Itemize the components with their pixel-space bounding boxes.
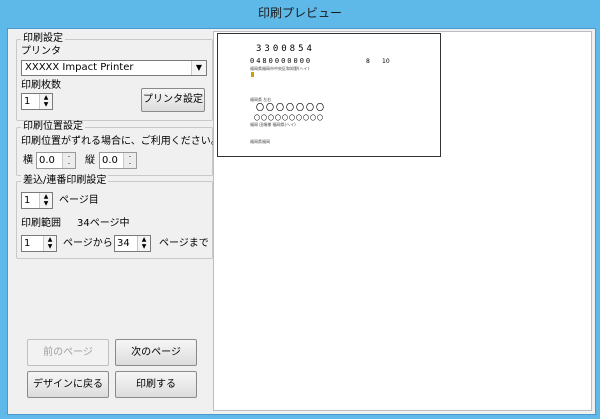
- preview-area[interactable]: 3300854 0480000000 8 10 福岡県福岡市中央区和知野(ヘイ)…: [213, 31, 592, 411]
- print-settings-group: 印刷設定 プリンタ XXXXX Impact Printer ▼ 印刷枚数 1 …: [16, 33, 213, 121]
- printer-setup-button[interactable]: プリンタ設定: [141, 88, 205, 112]
- spin-down-icon[interactable]: ▼: [138, 243, 150, 250]
- to-page-stepper[interactable]: 34 ▲ ▼: [114, 235, 151, 252]
- printer-label: プリンタ: [21, 46, 61, 57]
- print-button[interactable]: 印刷する: [115, 371, 197, 398]
- position-note: 印刷位置がずれる場合に、ご利用ください。: [21, 136, 221, 147]
- horizontal-offset-value: 0.0: [39, 155, 55, 166]
- settings-panel: 印刷設定 プリンタ XXXXX Impact Printer ▼ 印刷枚数 1 …: [8, 29, 221, 414]
- printer-select-value: XXXXX Impact Printer: [25, 62, 134, 73]
- spin-up-icon[interactable]: ▲: [40, 94, 52, 101]
- copies-value: 1: [24, 96, 31, 107]
- print-settings-legend: 印刷設定: [21, 33, 65, 45]
- spin-up-icon[interactable]: -: [63, 153, 75, 160]
- spin-down-icon[interactable]: ▼: [44, 243, 56, 250]
- window-title: 印刷プレビュー: [0, 0, 600, 27]
- spin-down-icon[interactable]: -: [63, 160, 75, 167]
- from-page-value: 1: [24, 238, 31, 249]
- from-page-stepper[interactable]: 1 ▲ ▼: [21, 235, 57, 252]
- preview-page: 3300854 0480000000 8 10 福岡県福岡市中央区和知野(ヘイ)…: [217, 33, 441, 157]
- back-to-design-button[interactable]: デザインに戻る: [27, 371, 109, 398]
- vertical-offset-stepper[interactable]: 0.0 --: [99, 152, 137, 169]
- preview-number-a: 8: [366, 58, 370, 65]
- page-stepper[interactable]: 1 ▲ ▼: [21, 192, 53, 209]
- position-settings-group: 印刷位置設定 印刷位置がずれる場合に、ご利用ください。 横 0.0 -- 縦 0…: [16, 121, 221, 176]
- next-page-button[interactable]: 次のページ: [115, 339, 197, 366]
- preview-circles-1: 〇〇〇〇〇〇〇: [256, 103, 326, 112]
- position-settings-legend: 印刷位置設定: [21, 121, 85, 133]
- to-page-value: 34: [117, 238, 130, 249]
- total-pages: 34ページ中: [77, 218, 130, 229]
- printer-select[interactable]: XXXXX Impact Printer ▼: [21, 60, 207, 76]
- horizontal-label: 横: [23, 155, 33, 166]
- spin-up-icon[interactable]: ▲: [44, 236, 56, 243]
- range-label: 印刷範囲: [21, 218, 61, 229]
- vertical-offset-value: 0.0: [102, 155, 118, 166]
- prev-page-button[interactable]: 前のページ: [27, 339, 109, 366]
- spin-down-icon[interactable]: ▼: [40, 101, 52, 108]
- preview-postal-code: 3300854: [256, 44, 315, 54]
- preview-small-text-3: 福岡 田端様 福岡県(ヘイ): [250, 122, 296, 127]
- page-value: 1: [24, 195, 31, 206]
- preview-small-text-4: 福岡県福岡: [250, 139, 270, 144]
- copies-stepper[interactable]: 1 ▲ ▼: [21, 93, 53, 110]
- from-suffix: ページから: [63, 238, 113, 249]
- spin-up-icon[interactable]: -: [124, 153, 136, 160]
- preview-number-line: 0480000000: [250, 57, 313, 65]
- spin-down-icon[interactable]: ▼: [40, 200, 52, 207]
- chevron-down-icon[interactable]: ▼: [191, 61, 206, 75]
- preview-number-b: 10: [382, 58, 390, 65]
- preview-small-text-1: 福岡県福岡市中央区和知野(ヘイ): [250, 66, 310, 71]
- serial-settings-group: 差込/連番印刷設定 1 ▲ ▼ ページ目 印刷範囲 34ページ中 1 ▲ ▼ ページ…: [16, 175, 213, 259]
- preview-window: 印刷設定 プリンタ XXXXX Impact Printer ▼ 印刷枚数 1 …: [7, 28, 596, 415]
- copies-label: 印刷枚数: [21, 80, 61, 91]
- serial-settings-legend: 差込/連番印刷設定: [21, 175, 109, 187]
- page-suffix: ページ目: [59, 195, 99, 206]
- to-suffix: ページまで: [159, 238, 209, 249]
- vertical-label: 縦: [85, 155, 95, 166]
- preview-marker: [251, 72, 254, 77]
- spin-up-icon[interactable]: ▲: [40, 193, 52, 200]
- spin-up-icon[interactable]: ▲: [138, 236, 150, 243]
- horizontal-offset-stepper[interactable]: 0.0 --: [36, 152, 76, 169]
- spin-down-icon[interactable]: -: [124, 160, 136, 167]
